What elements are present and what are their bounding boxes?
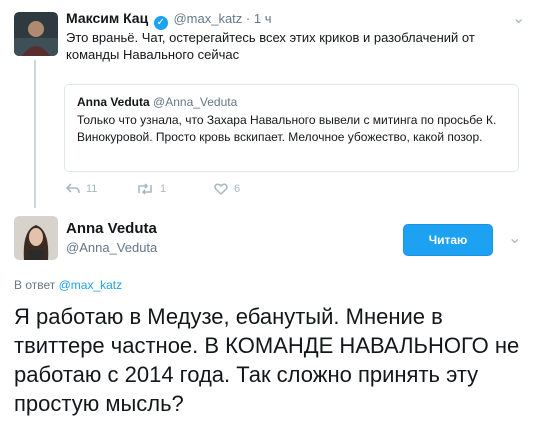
quote-handle: @Anna_Veduta (153, 95, 238, 109)
chevron-down-icon[interactable]: ⌄ (508, 228, 521, 248)
timestamp[interactable]: · 1 ч (246, 11, 272, 26)
like-icon (214, 183, 228, 195)
quote-text: Только что узнала, что Захара Навального… (77, 113, 497, 144)
reply-context: В ответ @max_katz (14, 278, 122, 292)
follow-button[interactable]: Читаю (403, 224, 493, 256)
display-name[interactable]: Максим Кац (66, 10, 148, 26)
tweet-header: Максим Кац ✓ @max_katz · 1 ч (66, 10, 271, 30)
like-action[interactable]: 6 (214, 183, 240, 195)
like-count: 6 (234, 183, 241, 195)
verified-icon: ✓ (153, 16, 168, 30)
reply-handle-link[interactable]: @max_katz (59, 278, 123, 292)
avatar[interactable] (14, 12, 58, 56)
retweet-count: 1 (160, 183, 167, 195)
quoted-tweet[interactable]: Anna Veduta @Anna_Veduta Только что узна… (64, 84, 519, 172)
thread-line (34, 60, 36, 208)
reply-count: 11 (86, 183, 98, 195)
tweet-text: Это враньё. Чат, остерегайтесь всех этих… (66, 30, 475, 62)
handle[interactable]: @Anna_Veduta (66, 240, 157, 255)
avatar[interactable] (14, 216, 58, 260)
retweet-action[interactable]: 1 (136, 183, 166, 195)
reply-action[interactable]: 11 (66, 183, 97, 195)
quote-display-name: Anna Veduta (77, 95, 150, 109)
reply-icon (66, 183, 80, 194)
quote-header: Anna Veduta @Anna_Veduta (77, 95, 237, 109)
tweet-text: Я работаю в Медузе, ебанутый. Мнение в т… (14, 304, 520, 416)
chevron-down-icon[interactable]: ⌄ (512, 8, 525, 28)
display-name[interactable]: Anna Veduta (66, 220, 157, 237)
reply-prefix: В ответ (14, 278, 56, 292)
handle[interactable]: @max_katz (173, 11, 242, 26)
tweet-actions: 11 1 6 (66, 183, 286, 199)
retweet-icon (138, 183, 152, 195)
